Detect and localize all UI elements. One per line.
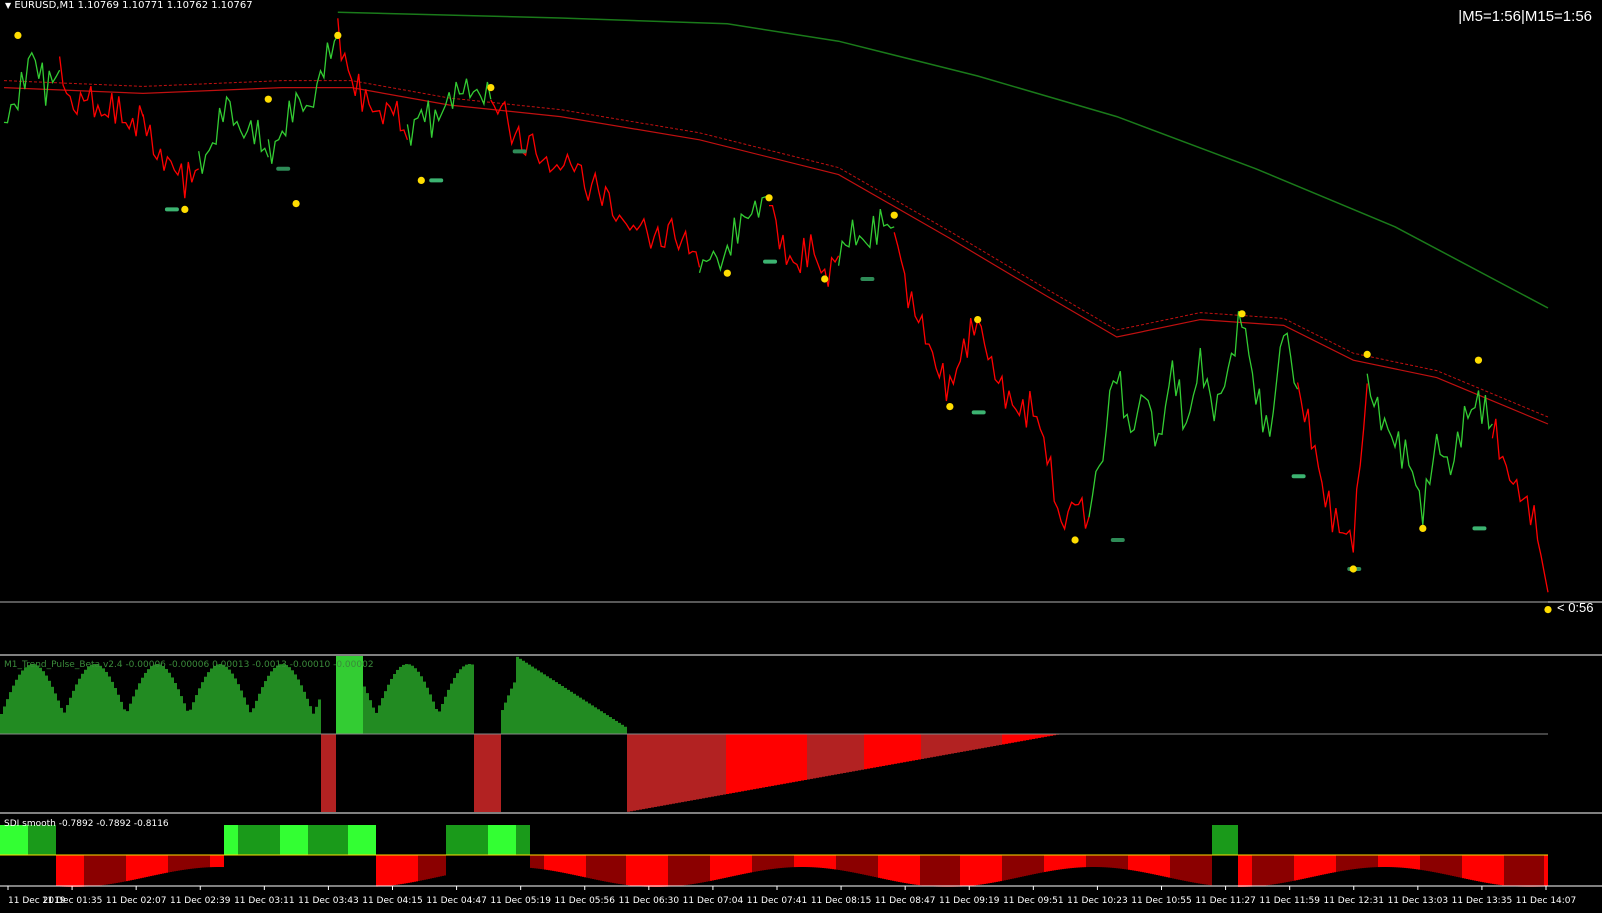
x-tick-label: 11 Dec 12:31 — [1323, 896, 1384, 906]
swing-dot — [1350, 565, 1357, 572]
x-tick-label: 11 Dec 14:07 — [1516, 896, 1577, 906]
swing-dot — [334, 32, 341, 39]
x-tick-label: 11 Dec 13:03 — [1388, 896, 1449, 906]
price-line-bull-8 — [700, 197, 770, 273]
x-tick-label: 11 Dec 08:15 — [811, 896, 872, 906]
x-tick-label: 11 Dec 09:19 — [939, 896, 1000, 906]
swing-dot — [974, 316, 981, 323]
swing-dot — [1238, 310, 1245, 317]
trailing-stop-marker — [1292, 474, 1306, 478]
timer-readout: |M5=1:56|M15=1:56 — [1458, 8, 1592, 25]
x-tick-label: 11 Dec 02:39 — [170, 896, 231, 906]
trailing-stop-marker — [1111, 538, 1125, 542]
x-tick-label: 11 Dec 09:51 — [1003, 896, 1064, 906]
x-tick-label: 11 Dec 13:35 — [1452, 896, 1513, 906]
price-line-bear-2 — [143, 114, 199, 198]
x-tick-label: 11 Dec 10:55 — [1131, 896, 1192, 906]
x-tick-label: 11 Dec 05:56 — [554, 896, 615, 906]
x-tick-label: 11 Dec 11:27 — [1195, 896, 1256, 906]
price-line-bull-3 — [199, 97, 269, 174]
x-tick-label: 11 Dec 06:30 — [619, 896, 680, 906]
trailing-stop-marker — [763, 260, 777, 264]
chart-svg: 11 Dec 201911 Dec 01:3511 Dec 02:0711 De… — [0, 0, 1602, 909]
x-axis: 11 Dec 201911 Dec 01:3511 Dec 02:0711 De… — [0, 886, 1602, 906]
trailing-stop-marker — [513, 149, 527, 153]
swing-dot — [891, 212, 898, 219]
swing-dot — [1475, 357, 1482, 364]
swing-dot — [14, 32, 21, 39]
x-tick-label: 11 Dec 01:35 — [42, 896, 103, 906]
swing-dot — [1364, 351, 1371, 358]
ma-long-line — [338, 12, 1548, 308]
candle-countdown: < 0:56 — [1557, 600, 1594, 615]
trailing-stop-marker — [165, 207, 179, 211]
swing-dot — [418, 177, 425, 184]
swing-dot — [724, 270, 731, 277]
swing-dot — [821, 275, 828, 282]
x-tick-label: 11 Dec 02:07 — [106, 896, 167, 906]
price-line-bear-15 — [1492, 419, 1548, 592]
symbol-info: EURUSD,M1 1.10769 1.10771 1.10762 1.1076… — [14, 0, 252, 11]
price-line-bear-11 — [894, 232, 1089, 529]
x-tick-label: 11 Dec 04:47 — [426, 896, 487, 906]
x-tick-label: 11 Dec 07:41 — [747, 896, 808, 906]
price-line-bear-7 — [491, 100, 700, 267]
symbol-header: ▼ EURUSD,M1 1.10769 1.10771 1.10762 1.10… — [5, 0, 253, 11]
price-line-bull-12 — [1089, 311, 1298, 517]
x-tick-label: 11 Dec 10:23 — [1067, 896, 1128, 906]
x-tick-label: 11 Dec 04:15 — [362, 896, 423, 906]
swing-dot — [1419, 525, 1426, 532]
trailing-stop-marker — [429, 178, 443, 182]
x-tick-label: 11 Dec 03:11 — [234, 896, 295, 906]
ma-mid-envelope — [4, 81, 1548, 417]
x-tick-label: 11 Dec 05:19 — [490, 896, 551, 906]
price-line-bull-4 — [268, 35, 338, 163]
swing-dot — [765, 194, 772, 201]
swing-dot — [293, 200, 300, 207]
swing-dot — [265, 96, 272, 103]
trailing-stop-marker — [1472, 526, 1486, 530]
price-line-bear-5 — [338, 18, 408, 140]
price-line-bull-14 — [1367, 374, 1492, 525]
price-line-bear-1 — [60, 57, 144, 137]
trailing-stop-marker — [972, 410, 986, 414]
price-line-bull-10 — [839, 209, 895, 266]
swing-dot — [181, 206, 188, 213]
price-line-bear-9 — [769, 206, 839, 287]
x-tick-label: 11 Dec 11:59 — [1259, 896, 1320, 906]
trailing-stop-marker — [860, 277, 874, 281]
trend-pulse-label: M1_Trend_Pulse_Beta v2.4 -0.00006 -0.000… — [4, 660, 374, 670]
x-tick-label: 11 Dec 08:47 — [875, 896, 936, 906]
chart-window: 11 Dec 201911 Dec 01:3511 Dec 02:0711 De… — [0, 0, 1602, 909]
trailing-stop-marker — [276, 167, 290, 171]
price-line-bear-13 — [1298, 383, 1368, 553]
x-tick-label: 11 Dec 07:04 — [683, 896, 744, 906]
price-line-bull-6 — [407, 79, 490, 146]
swing-dot — [1544, 606, 1551, 613]
sdi-histogram — [0, 825, 1548, 887]
price-series-group — [4, 18, 1548, 592]
swing-dot — [487, 84, 494, 91]
swing-dot — [1071, 536, 1078, 543]
swing-dot — [946, 403, 953, 410]
dropdown-triangle-icon[interactable]: ▼ — [5, 1, 11, 10]
x-tick-label: 11 Dec 03:43 — [298, 896, 359, 906]
ma-mid-line — [4, 88, 1548, 424]
sdi-label: SDI smooth -0.7892 -0.7892 -0.8116 — [4, 819, 169, 829]
